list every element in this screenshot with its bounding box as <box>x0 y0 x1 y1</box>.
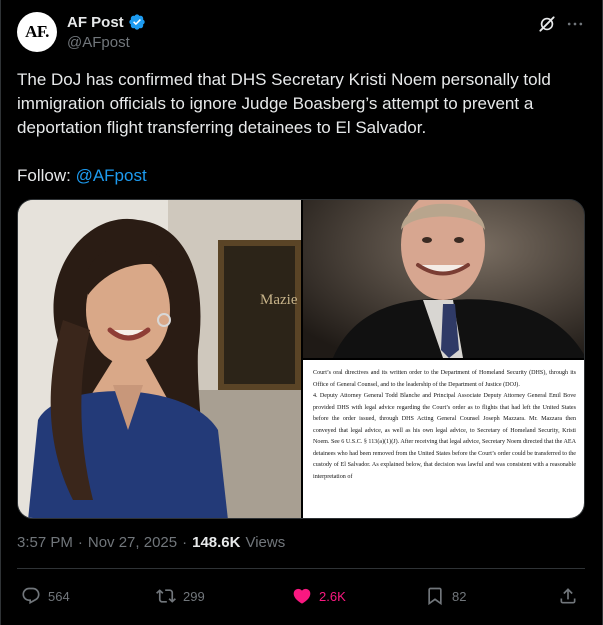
reply-count: 564 <box>48 588 70 604</box>
bookmark-icon <box>428 587 442 606</box>
tweet-date[interactable]: Nov 27, 2025 <box>88 534 177 551</box>
tweet-card: AF. AF Post @AFpost The DoJ has confirme… <box>0 0 603 625</box>
more-options-icon[interactable] <box>565 14 585 34</box>
bookmark-count: 82 <box>452 588 467 604</box>
heart-icon <box>293 588 311 604</box>
tweet-time[interactable]: 3:57 PM <box>17 534 73 551</box>
photo-woman[interactable]: Mazie <box>18 200 301 518</box>
reply-button[interactable]: 564 <box>21 586 70 606</box>
meta-separator: · <box>182 534 188 551</box>
grok-icon[interactable] <box>537 14 557 34</box>
follow-line: Follow: @AFpost <box>17 164 147 188</box>
views-count: 148.6K <box>192 534 241 551</box>
like-button[interactable]: 2.6K <box>292 586 346 606</box>
reply-icon <box>22 587 40 605</box>
share-icon <box>560 588 576 604</box>
court-document-text: Court’s oral directives and its written … <box>313 370 576 480</box>
author-avatar[interactable]: AF. <box>17 12 57 52</box>
media-grid[interactable]: Mazie Court’s oral directives and its wr… <box>17 199 585 519</box>
action-bar: 564 299 2.6K 82 <box>17 580 585 614</box>
follow-mention-link[interactable]: @AFpost <box>76 166 147 185</box>
bookmark-button[interactable]: 82 <box>425 586 466 606</box>
author-handle[interactable]: @AFpost <box>67 34 130 51</box>
follow-prefix: Follow: <box>17 166 76 185</box>
repost-count: 299 <box>183 588 205 604</box>
verified-badge-icon <box>128 14 145 30</box>
author-name-row: AF Post <box>67 13 146 31</box>
photo-judge[interactable] <box>303 200 584 358</box>
photo-woman-illustration: Mazie <box>18 200 301 518</box>
avatar-text: AF. <box>25 22 49 41</box>
repost-icon <box>156 589 176 603</box>
share-button[interactable] <box>558 586 578 606</box>
author-display-name[interactable]: AF Post <box>67 14 124 31</box>
like-count: 2.6K <box>319 588 346 604</box>
repost-button[interactable]: 299 <box>156 586 205 606</box>
tweet-text: The DoJ has confirmed that DHS Secretary… <box>17 70 551 137</box>
court-document-image[interactable]: Court’s oral directives and its written … <box>303 360 584 518</box>
tweet-meta: 3:57 PM · Nov 27, 2025 · 148.6K Views <box>17 534 285 551</box>
name-plate-text: Mazie <box>260 292 298 308</box>
photo-judge-illustration <box>303 200 584 358</box>
divider <box>17 568 585 569</box>
meta-separator: · <box>77 534 83 551</box>
views-label: Views <box>245 534 286 551</box>
